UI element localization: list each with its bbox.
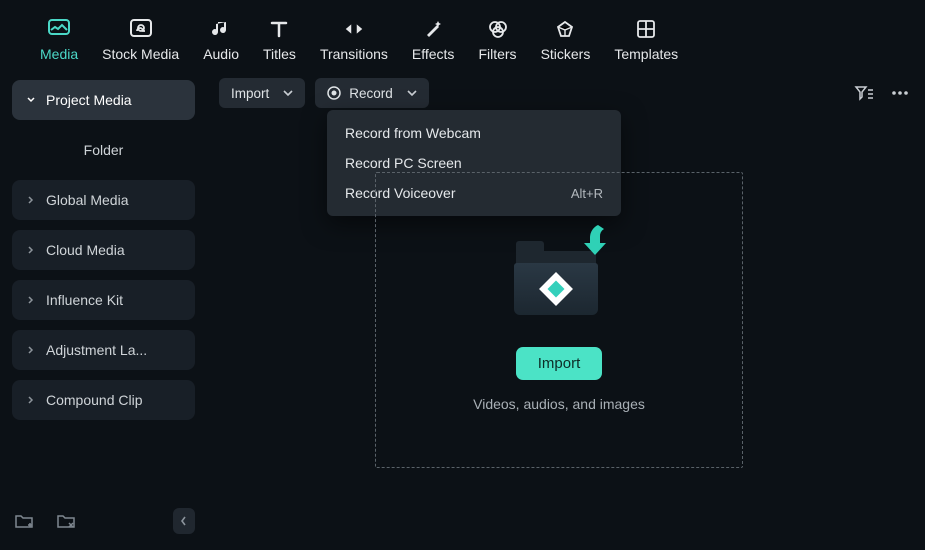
dropzone-hint: Videos, audios, and images: [473, 396, 645, 412]
tab-titles[interactable]: Titles: [263, 18, 296, 62]
folder-graphic: [504, 229, 614, 329]
chevron-right-icon: [26, 295, 36, 305]
sidebar-item-label: Influence Kit: [46, 292, 123, 308]
chevron-down-icon: [26, 95, 36, 105]
sidebar-item-label: Project Media: [46, 92, 132, 108]
chevron-right-icon: [26, 245, 36, 255]
main-area: Project Media Folder Global Media Cloud …: [0, 70, 925, 542]
tab-transitions[interactable]: Transitions: [320, 18, 388, 62]
tab-label: Templates: [614, 46, 678, 62]
new-folder-button[interactable]: [12, 509, 36, 533]
top-tab-bar: Media Stock Media Audio Titles Transitio…: [0, 0, 925, 70]
chevron-down-icon: [283, 89, 293, 97]
tab-effects[interactable]: Effects: [412, 18, 455, 62]
templates-icon: [635, 18, 657, 40]
import-dropdown-button[interactable]: Import: [219, 78, 305, 108]
stickers-icon: [554, 18, 576, 40]
chevron-down-icon: [407, 89, 417, 97]
arrow-down-icon: [578, 221, 612, 261]
sidebar-item-folder[interactable]: Folder: [12, 130, 195, 170]
tab-label: Effects: [412, 46, 455, 62]
menu-item-label: Record PC Screen: [345, 155, 462, 171]
transitions-icon: [343, 18, 365, 40]
media-icon: [48, 18, 70, 40]
sidebar-item-adjustment-layer[interactable]: Adjustment La...: [12, 330, 195, 370]
tab-label: Stickers: [541, 46, 591, 62]
tab-label: Media: [40, 46, 78, 62]
tab-label: Filters: [478, 46, 516, 62]
content-panel: Import Record: [207, 70, 925, 542]
filter-sort-button[interactable]: [851, 80, 877, 106]
sidebar-item-label: Compound Clip: [46, 392, 143, 408]
sidebar-item-label: Global Media: [46, 192, 129, 208]
button-label: Import: [231, 86, 269, 101]
chevron-right-icon: [26, 395, 36, 405]
sidebar-item-cloud-media[interactable]: Cloud Media: [12, 230, 195, 270]
tab-stickers[interactable]: Stickers: [541, 18, 591, 62]
tab-label: Titles: [263, 46, 296, 62]
more-options-button[interactable]: [887, 80, 913, 106]
sidebar-collapse-button[interactable]: [173, 508, 195, 534]
sidebar-bottom: [12, 508, 195, 534]
button-label: Record: [349, 86, 393, 101]
media-dropzone[interactable]: Import Videos, audios, and images: [375, 172, 743, 468]
tab-stock-media[interactable]: Stock Media: [102, 18, 179, 62]
sidebar-item-label: Adjustment La...: [46, 342, 147, 358]
sidebar-item-label: Cloud Media: [46, 242, 125, 258]
delete-folder-button[interactable]: [54, 509, 78, 533]
sidebar-item-global-media[interactable]: Global Media: [12, 180, 195, 220]
sidebar-item-influence-kit[interactable]: Influence Kit: [12, 280, 195, 320]
titles-icon: [268, 18, 290, 40]
menu-item-label: Record from Webcam: [345, 125, 481, 141]
record-icon: [327, 86, 341, 100]
record-dropdown-button[interactable]: Record: [315, 78, 429, 108]
sidebar-item-compound-clip[interactable]: Compound Clip: [12, 380, 195, 420]
tab-label: Transitions: [320, 46, 388, 62]
tab-label: Stock Media: [102, 46, 179, 62]
sidebar-item-project-media[interactable]: Project Media: [12, 80, 195, 120]
cloud-icon: [130, 18, 152, 40]
audio-icon: [210, 18, 232, 40]
tab-audio[interactable]: Audio: [203, 18, 239, 62]
effects-icon: [422, 18, 444, 40]
button-label: Import: [538, 355, 581, 372]
chevron-right-icon: [26, 195, 36, 205]
import-button[interactable]: Import: [516, 347, 603, 380]
tab-filters[interactable]: Filters: [478, 18, 516, 62]
filters-icon: [487, 18, 509, 40]
menu-item-record-webcam[interactable]: Record from Webcam: [327, 118, 621, 148]
content-toolbar: Import Record: [219, 76, 913, 110]
sidebar: Project Media Folder Global Media Cloud …: [0, 70, 207, 542]
tab-media[interactable]: Media: [40, 18, 78, 62]
tab-templates[interactable]: Templates: [614, 18, 678, 62]
tab-label: Audio: [203, 46, 239, 62]
chevron-right-icon: [26, 345, 36, 355]
sidebar-item-label: Folder: [84, 142, 124, 158]
